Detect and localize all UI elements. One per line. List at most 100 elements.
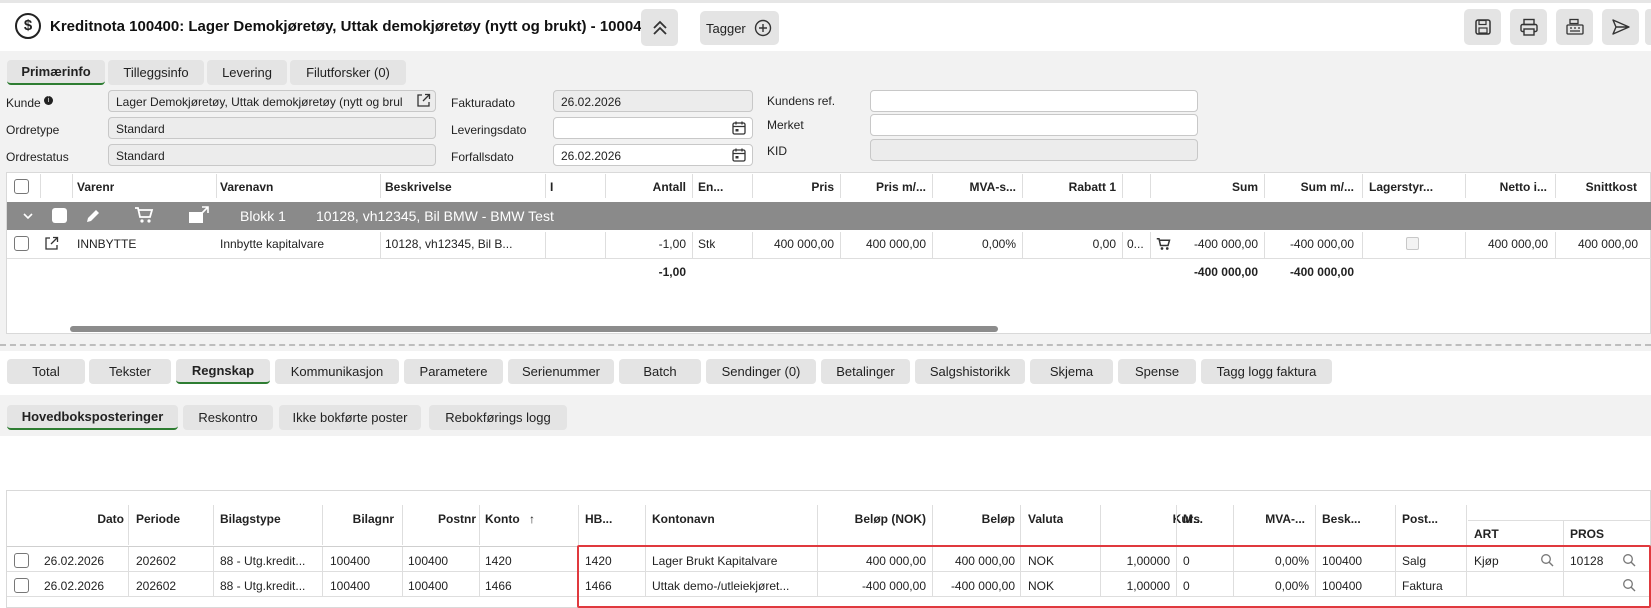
ledger-postnr[interactable]: 100400 (408, 554, 448, 568)
ledger-periode[interactable]: 202602 (136, 554, 176, 568)
splitter[interactable] (0, 344, 1651, 346)
external-link-icon[interactable] (416, 93, 431, 111)
tab-parametere[interactable]: Parametere (404, 359, 503, 384)
col-m[interactable]: M... (1183, 512, 1203, 526)
tab-total[interactable]: Total (7, 359, 85, 384)
cart-icon[interactable] (1156, 237, 1171, 254)
horizontal-scrollbar[interactable] (70, 326, 998, 332)
col-dato[interactable]: Dato (40, 512, 124, 526)
col-belop[interactable]: Beløp (940, 512, 1015, 526)
ledger-bilagstype[interactable]: 88 - Utg.kredit... (220, 579, 318, 593)
tab-kommunikasjon[interactable]: Kommunikasjon (275, 359, 399, 384)
block-checkbox[interactable] (52, 208, 67, 223)
row-rabatt[interactable]: 0,00 (1030, 237, 1116, 251)
ledger-bilagnr[interactable]: 100400 (330, 554, 370, 568)
tab-hovedboksposteringer[interactable]: Hovedboksposteringer (7, 405, 178, 430)
select-all-checkbox[interactable] (14, 179, 29, 194)
col-mva[interactable]: MVA-... (1240, 512, 1305, 526)
col-mva-sats[interactable]: MVA-s... (940, 180, 1016, 194)
col-art[interactable]: ART (1474, 527, 1499, 541)
col-bilagstype[interactable]: Bilagstype (220, 512, 281, 526)
row-pris-mva[interactable]: 400 000,00 (846, 237, 926, 251)
col-pris-mva[interactable]: Pris m/... (850, 180, 926, 194)
row-pris[interactable]: 400 000,00 (756, 237, 834, 251)
forfallsdato-field[interactable]: 26.02.2026 (553, 144, 753, 166)
row-enhet[interactable]: Stk (698, 237, 715, 251)
row-antall[interactable]: -1,00 (610, 237, 686, 251)
kid-field[interactable] (870, 139, 1198, 161)
tab-tekster[interactable]: Tekster (89, 359, 171, 384)
ledger-konto[interactable]: 1466 (485, 579, 512, 593)
move-block-icon[interactable] (188, 206, 210, 227)
col-sum[interactable]: Sum (1190, 180, 1258, 194)
external-link-icon[interactable] (44, 236, 59, 254)
tagger-button[interactable]: Tagger (700, 11, 779, 45)
col-konto[interactable]: Konto ↑ (485, 512, 535, 526)
col-bilagnr[interactable]: Bilagnr (318, 512, 394, 526)
row-snittkost[interactable]: 400 000,00 (1560, 237, 1638, 251)
col-periode[interactable]: Periode (136, 512, 180, 526)
tab-spense[interactable]: Spense (1118, 359, 1196, 384)
chevron-down-icon[interactable] (22, 210, 34, 225)
ledger-periode[interactable]: 202602 (136, 579, 176, 593)
ledger-bilagstype[interactable]: 88 - Utg.kredit... (220, 554, 318, 568)
ledger-row-checkbox[interactable] (14, 553, 29, 568)
pencil-icon[interactable] (84, 207, 102, 228)
col-kontonavn[interactable]: Kontonavn (652, 512, 715, 526)
cart-icon[interactable] (134, 206, 154, 227)
leveringsdato-field[interactable] (553, 117, 753, 139)
row-sum[interactable]: -400 000,00 (1178, 237, 1258, 251)
row-mva-sats[interactable]: 0,00% (940, 237, 1016, 251)
ledger-bilagnr[interactable]: 100400 (330, 579, 370, 593)
ordretype-field[interactable]: Standard (108, 117, 436, 139)
col-belop-nok[interactable]: Beløp (NOK) (820, 512, 926, 526)
tab-filutforsker[interactable]: Filutforsker (0) (290, 60, 406, 85)
fakturadato-field[interactable]: 26.02.2026 (553, 90, 753, 112)
ledger-dato[interactable]: 26.02.2026 (44, 554, 104, 568)
row-checkbox[interactable] (14, 236, 29, 251)
ledger-dato[interactable]: 26.02.2026 (44, 579, 104, 593)
print-button[interactable] (1510, 9, 1547, 45)
row-sum-mva[interactable]: -400 000,00 (1270, 237, 1354, 251)
send-button[interactable] (1602, 9, 1639, 45)
tab-regnskap[interactable]: Regnskap (176, 359, 270, 384)
tab-rebokforings-logg[interactable]: Rebokførings logg (429, 405, 567, 430)
col-postnr[interactable]: Postnr (400, 512, 476, 526)
col-valuta[interactable]: Valuta (1028, 512, 1063, 526)
cash-register-button[interactable] (1556, 9, 1593, 45)
tab-tilleggsinfo[interactable]: Tilleggsinfo (108, 60, 204, 85)
collapse-button[interactable] (641, 9, 678, 46)
col-sum-mva[interactable]: Sum m/... (1280, 180, 1354, 194)
ledger-row-checkbox[interactable] (14, 578, 29, 593)
ledger-konto[interactable]: 1420 (485, 554, 512, 568)
col-lagerstyring[interactable]: Lagerstyr... (1369, 180, 1459, 194)
save-button[interactable] (1464, 9, 1501, 45)
row-varenr[interactable]: INNBYTTE (77, 237, 136, 251)
col-rabatt[interactable]: Rabatt 1 (1030, 180, 1116, 194)
col-i[interactable]: I (550, 180, 553, 194)
tab-tagg-logg-faktura[interactable]: Tagg logg faktura (1201, 359, 1332, 384)
col-pris[interactable]: Pris (760, 180, 834, 194)
tab-primaerinfo[interactable]: Primærinfo (7, 60, 105, 85)
tab-skjema[interactable]: Skjema (1030, 359, 1113, 384)
tab-ikke-bokforte-poster[interactable]: Ikke bokførte poster (279, 405, 421, 430)
col-hb[interactable]: HB... (585, 512, 612, 526)
more-button[interactable] (1645, 9, 1651, 45)
col-beskrivelse[interactable]: Beskrivelse (385, 180, 452, 194)
tab-salgshistorikk[interactable]: Salgshistorikk (915, 359, 1025, 384)
row-varenavn[interactable]: Innbytte kapitalvare (220, 237, 324, 251)
col-post[interactable]: Post... (1402, 512, 1438, 526)
col-varenr[interactable]: Varenr (77, 180, 114, 194)
tab-serienummer[interactable]: Serienummer (508, 359, 614, 384)
ledger-postnr[interactable]: 100400 (408, 579, 448, 593)
merket-field[interactable] (870, 114, 1198, 136)
kundens-ref-field[interactable] (870, 90, 1198, 112)
kunde-field[interactable]: Lager Demokjøretøy, Uttak demokjøretøy (… (108, 90, 436, 112)
col-netto[interactable]: Netto i... (1475, 180, 1547, 194)
col-pros[interactable]: PROS (1570, 527, 1604, 541)
row-netto[interactable]: 400 000,00 (1470, 237, 1548, 251)
calendar-icon[interactable] (732, 148, 746, 165)
tab-reskontro[interactable]: Reskontro (183, 405, 273, 430)
col-snittkost[interactable]: Snittkost (1565, 180, 1637, 194)
tab-levering[interactable]: Levering (207, 60, 287, 85)
